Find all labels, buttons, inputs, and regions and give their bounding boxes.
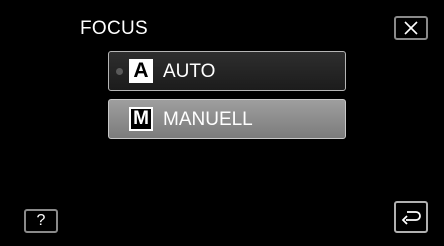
- auto-mode-icon: A: [129, 59, 153, 83]
- option-manual-label: MANUELL: [163, 109, 253, 130]
- help-button[interactable]: ?: [24, 209, 58, 233]
- option-manual-button[interactable]: M MANUELL: [108, 99, 346, 139]
- close-button[interactable]: [394, 16, 428, 40]
- close-icon: [404, 21, 418, 35]
- selected-indicator-icon: [116, 68, 123, 75]
- focus-menu-screen: FOCUS A AUTO M MANUELL ?: [0, 0, 444, 246]
- option-auto-label: AUTO: [163, 61, 216, 82]
- page-title: FOCUS: [80, 18, 148, 39]
- back-button[interactable]: [394, 201, 428, 233]
- option-auto-button[interactable]: A AUTO: [108, 51, 346, 91]
- return-arrow-icon: [401, 211, 421, 225]
- manual-mode-icon: M: [129, 107, 153, 131]
